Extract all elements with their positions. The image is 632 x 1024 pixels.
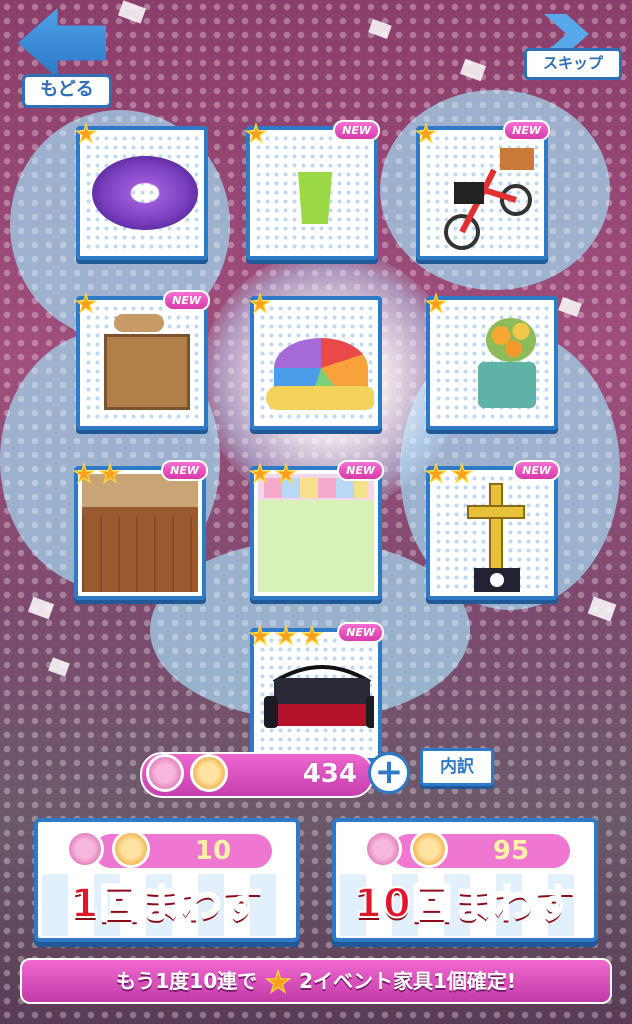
item-art-area (424, 134, 540, 252)
item-card[interactable] (74, 122, 208, 260)
item-card[interactable]: NEW (74, 290, 210, 430)
rarity-stars (248, 624, 324, 648)
item-card[interactable]: NEW (72, 460, 208, 600)
star-icon (74, 292, 98, 314)
rarity-stars (74, 292, 98, 316)
back-button[interactable]: もどる (14, 8, 112, 108)
gold-coin-icon (190, 754, 228, 792)
flowers-icon (486, 318, 536, 362)
rarity-stars (424, 462, 474, 486)
banner-text: もう1度10連で 2イベント家具1個確定! (22, 960, 610, 1002)
back-arrow-icon (18, 8, 106, 78)
item-art-area (434, 304, 550, 422)
single-pull-cost: 10 (194, 836, 232, 866)
new-badge: NEW (161, 460, 208, 481)
currency-amount: 434 (302, 759, 357, 789)
wood-floor-lines (82, 516, 198, 592)
gold-coin-icon (410, 830, 448, 868)
star-icon (74, 122, 98, 144)
gold-coin-icon (112, 830, 150, 868)
new-badge: NEW (503, 120, 550, 141)
rarity-stars (414, 122, 438, 146)
banner-prefix: もう1度10連で (115, 969, 258, 993)
add-currency-button[interactable]: + (368, 752, 410, 794)
sofa-icon (264, 665, 374, 728)
rarity-stars (244, 122, 268, 146)
rarity-stars (248, 462, 298, 486)
ten-pull-cost: 95 (492, 836, 530, 866)
item-art-area (434, 474, 550, 592)
single-pull-button[interactable]: 10 1回まわす (34, 818, 300, 942)
bicycle-icon (444, 148, 534, 250)
star-icon (274, 624, 298, 646)
star-icon (248, 292, 272, 314)
banner-suffix: 2イベント家具1個確定! (299, 969, 517, 993)
item-art-area (258, 474, 374, 592)
back-label: もどる (22, 74, 112, 108)
star-icon (424, 462, 448, 484)
item-card[interactable]: NEW (248, 622, 384, 762)
pink-coin-icon (66, 830, 104, 868)
rarity-stars (74, 122, 98, 146)
rarity-stars (72, 462, 122, 486)
skip-label: スキップ (524, 48, 622, 80)
waste-basket-icon (298, 172, 332, 224)
new-badge: NEW (163, 290, 210, 311)
star-icon (414, 122, 438, 144)
rarity-stars (248, 292, 272, 316)
item-art-area (258, 636, 374, 754)
breakdown-button[interactable]: 内訳 (420, 748, 494, 786)
item-art-area (258, 304, 374, 422)
ten-pull-label: 10回まわす (353, 880, 576, 928)
item-card[interactable] (248, 292, 382, 430)
star-icon (248, 462, 272, 484)
item-card[interactable]: NEW (414, 120, 550, 260)
guarantee-banner: もう1度10連で 2イベント家具1個確定! (20, 958, 612, 1004)
watering-can-icon (478, 362, 536, 408)
item-art-area (84, 304, 200, 422)
pink-coin-icon (364, 830, 402, 868)
item-art-area (82, 474, 198, 592)
star-icon (244, 122, 268, 144)
ten-pull-button[interactable]: 95 10回まわす (332, 818, 598, 942)
rarity-stars (424, 292, 448, 316)
star-icon (274, 462, 298, 484)
new-badge: NEW (333, 120, 380, 141)
star-icon (72, 462, 96, 484)
single-pull-label: 1回まわす (70, 880, 264, 928)
yellow-mat-icon (266, 386, 374, 410)
new-badge: NEW (337, 460, 384, 481)
new-badge: NEW (513, 460, 560, 481)
star-icon (264, 968, 292, 994)
item-art-area (254, 134, 370, 252)
star-icon (248, 624, 272, 646)
star-icon (300, 624, 324, 646)
new-badge: NEW (337, 622, 384, 643)
skip-button[interactable]: スキップ (520, 14, 622, 80)
item-card[interactable]: NEW (244, 120, 380, 260)
star-icon (450, 462, 474, 484)
star-icon (98, 462, 122, 484)
item-card[interactable]: NEW (248, 460, 384, 600)
item-card[interactable] (424, 292, 558, 430)
counter-sign-icon (114, 314, 164, 332)
currency-bar: 434 (140, 752, 374, 798)
counter-icon (104, 334, 190, 410)
donut-cushion-icon (92, 156, 198, 230)
pink-coin-icon (146, 754, 184, 792)
cross-statue-icon (467, 483, 525, 592)
item-card[interactable]: NEW (424, 460, 560, 600)
item-art-area (84, 134, 200, 252)
star-icon (424, 292, 448, 314)
